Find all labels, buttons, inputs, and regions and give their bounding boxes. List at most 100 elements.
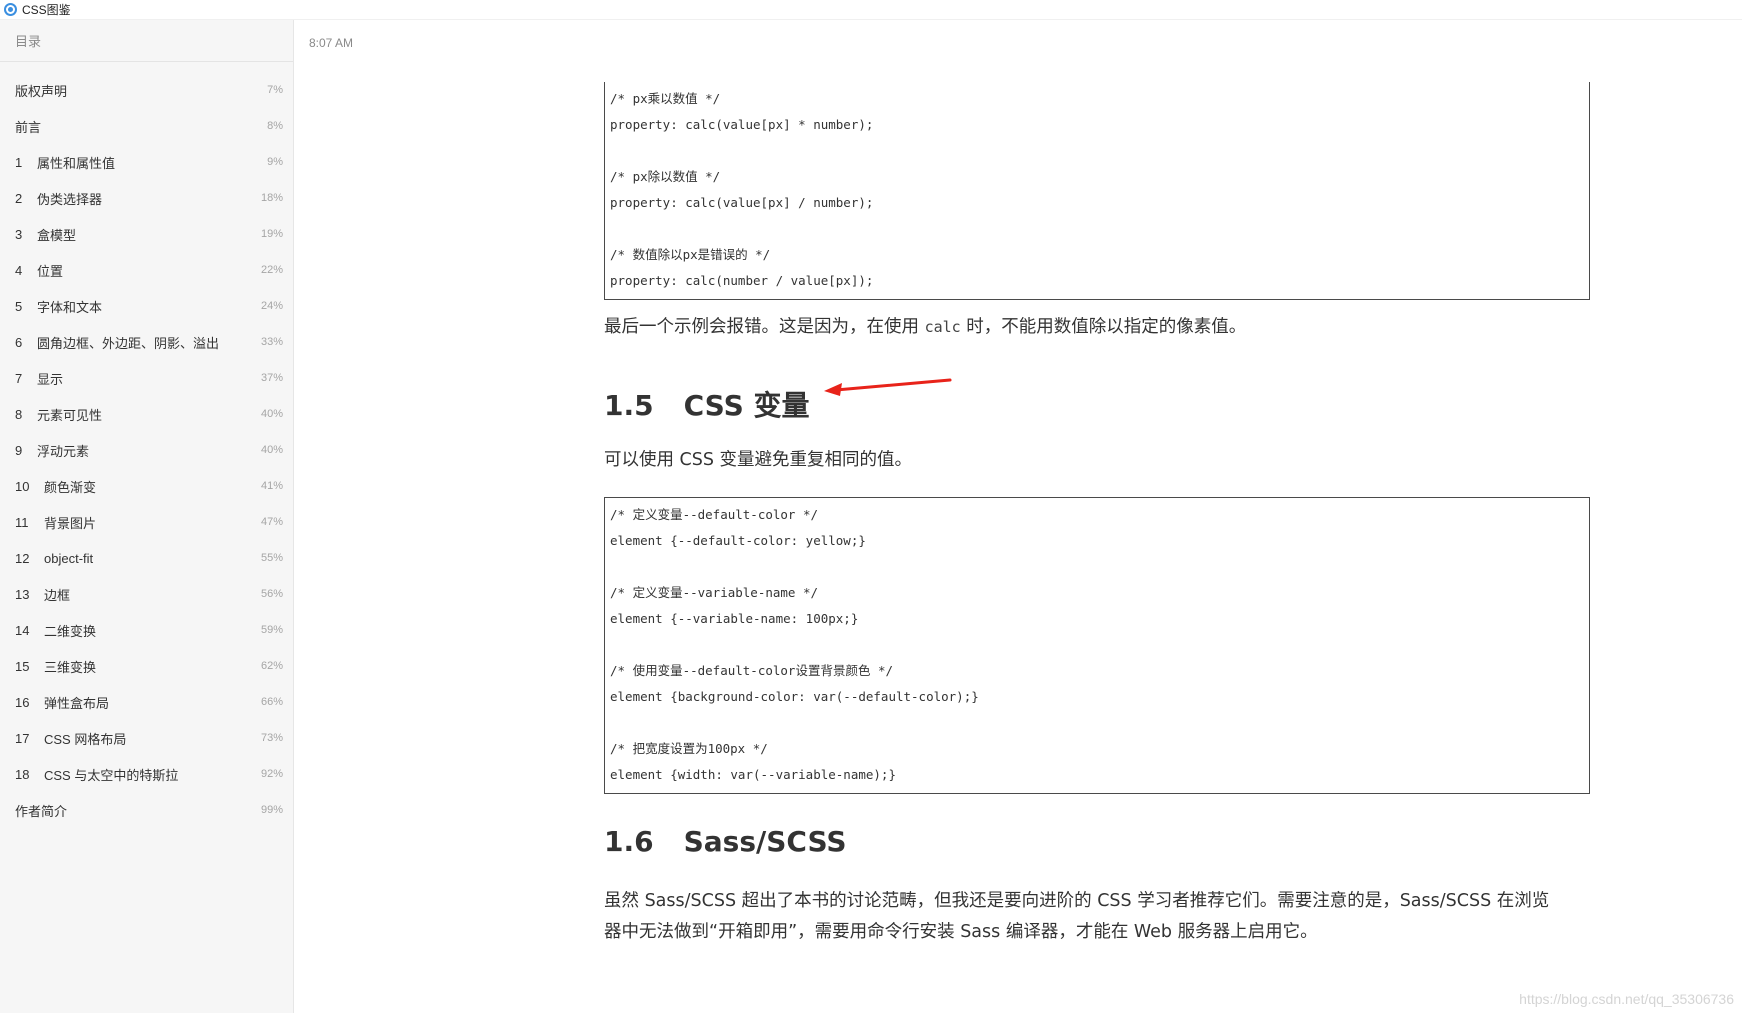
toc-item-progress: 8% (267, 120, 283, 132)
toc-item-label: object-fit (44, 550, 94, 566)
toc-item-number: 4 (15, 262, 23, 278)
toc-item[interactable]: 6 圆角边框、外边距、阴影、溢出 33% (0, 324, 293, 360)
toc-item[interactable]: 版权声明 7% (0, 72, 293, 108)
toc-item[interactable]: 5 字体和文本 24% (0, 288, 293, 324)
code-line: /* 使用变量--default-color设置背景颜色 */ (610, 663, 894, 678)
code-line: /* 定义变量--default-color */ (610, 507, 819, 522)
toc-item-number: 5 (15, 298, 23, 314)
toc-item[interactable]: 9 浮动元素 40% (0, 432, 293, 468)
toc-item[interactable]: 8 元素可见性 40% (0, 396, 293, 432)
toc-item-label: 属性和属性值 (37, 155, 116, 171)
paragraph-calc-note: 最后一个示例会报错。这是因为，在使用 calc 时，不能用数值除以指定的像素值。 (604, 312, 1246, 343)
toc-item[interactable]: 14 二维变换 59% (0, 612, 293, 648)
toc-item-label: 圆角边框、外边距、阴影、溢出 (37, 335, 220, 351)
toc-item-number: 15 (15, 658, 30, 674)
section-heading-css-variables: 1.5 CSS 变量 (604, 384, 810, 424)
toc-item-number: 16 (15, 694, 30, 710)
para1-text-before: 最后一个示例会报错。这是因为，在使用 (604, 317, 925, 337)
toc-item-number: 7 (15, 370, 23, 386)
code-line: element {--variable-name: 100px;} (610, 611, 859, 626)
toc-item-label: 前言 (15, 119, 42, 135)
toc-item-label: 弹性盒布局 (44, 695, 110, 711)
toc-item[interactable]: 12 object-fit 55% (0, 540, 293, 576)
toc-item-number: 6 (15, 334, 23, 350)
toc-item-label: 三维变换 (44, 659, 97, 675)
toc-item[interactable]: 3 盒模型 19% (0, 216, 293, 252)
code-line: element {--default-color: yellow;} (610, 533, 866, 548)
toc-item-number: 17 (15, 730, 30, 746)
code-line: property: calc(value[px] / number); (610, 195, 874, 210)
toc-item-number: 9 (15, 442, 23, 458)
title-bar: CSS图鉴 (0, 0, 1742, 20)
toc-item-label: 显示 (37, 371, 64, 387)
timestamp: 8:07 AM (309, 36, 354, 50)
toc-item[interactable]: 4 位置 22% (0, 252, 293, 288)
toc-item-progress: 73% (260, 732, 283, 744)
toc-item-label: CSS 网格布局 (44, 731, 127, 747)
toc-item[interactable]: 2 伪类选择器 18% (0, 180, 293, 216)
toc-item-number: 8 (15, 406, 23, 422)
toc-item-progress: 47% (260, 516, 283, 528)
para1-text-after: 时，不能用数值除以指定的像素值。 (960, 317, 1247, 337)
toc-item-progress: 55% (260, 552, 283, 564)
toc-item-label: 颜色渐变 (44, 479, 97, 495)
code-line: /* px乘以数值 */ (610, 91, 721, 106)
toc-item-progress: 40% (260, 444, 283, 456)
toc-item-progress: 56% (260, 588, 283, 600)
toc-item-number: 2 (15, 190, 23, 206)
toc-item[interactable]: 11 背景图片 47% (0, 504, 293, 540)
code-line: property: calc(number / value[px]); (610, 273, 874, 288)
code-line: element {background-color: var(--default… (610, 689, 979, 704)
toc-item[interactable]: 15 三维变换 62% (0, 648, 293, 684)
toc-item-label: 背景图片 (44, 515, 97, 531)
toc-item[interactable]: 10 颜色渐变 41% (0, 468, 293, 504)
toc-item-label: 浮动元素 (37, 443, 90, 459)
toc-item[interactable]: 1 属性和属性值 9% (0, 144, 293, 180)
toc-item[interactable]: 前言 8% (0, 108, 293, 144)
section-number: 1.5 (604, 389, 654, 422)
toc-item-label: CSS 与太空中的特斯拉 (44, 767, 179, 783)
toc-item-number: 10 (15, 478, 30, 494)
paragraph-css-variables: 可以使用 CSS 变量避免重复相同的值。 (604, 450, 913, 470)
toc-item-progress: 99% (260, 804, 283, 816)
toc-item[interactable]: 18 CSS 与太空中的特斯拉 92% (0, 756, 293, 792)
toc-item-progress: 9% (267, 156, 283, 168)
toc-item-label: 伪类选择器 (37, 191, 103, 207)
toc-item-label: 字体和文本 (37, 299, 103, 315)
toc-item-number: 3 (15, 226, 23, 242)
toc-item[interactable]: 16 弹性盒布局 66% (0, 684, 293, 720)
toc-item-progress: 7% (267, 84, 283, 96)
toc-item-progress: 40% (260, 408, 283, 420)
toc-item-number: 14 (15, 622, 30, 638)
toc-list: 版权声明 7% 前言 8% 1 属性和属性值 9% 2 伪类选择器 18% 3 盒模型 19% 4 位置 22… (0, 62, 293, 828)
toc-item-label: 元素可见性 (37, 407, 103, 423)
toc-item-progress: 66% (260, 696, 283, 708)
code-block-css-variables: /* 定义变量--default-color */ element {--defa… (604, 497, 1590, 794)
toc-item-progress: 18% (260, 192, 283, 204)
toc-item-progress: 92% (260, 768, 283, 780)
para3-line1: 虽然 Sass/SCSS 超出了本书的讨论范畴，但我还是要向进阶的 CSS 学习… (604, 891, 1550, 911)
section-number: 1.6 (604, 825, 654, 858)
toc-item-label: 盒模型 (37, 227, 77, 243)
toc-header: 目录 (0, 20, 293, 62)
app-icon (4, 3, 17, 16)
code-line: /* px除以数值 */ (610, 169, 721, 184)
toc-item-number: 11 (15, 514, 29, 530)
toc-sidebar: 目录 版权声明 7% 前言 8% 1 属性和属性值 9% 2 伪类选择器 18% 3 盒模型 19% 4 位… (0, 20, 294, 1013)
toc-item[interactable]: 17 CSS 网格布局 73% (0, 720, 293, 756)
app-title: CSS图鉴 (22, 3, 71, 17)
toc-item-progress: 22% (260, 264, 283, 276)
toc-item[interactable]: 13 边框 56% (0, 576, 293, 612)
code-line: /* 定义变量--variable-name */ (610, 585, 819, 600)
section-heading-sass: 1.6 Sass/SCSS (604, 825, 847, 858)
toc-item[interactable]: 作者简介 99% (0, 792, 293, 828)
toc-item[interactable]: 7 显示 37% (0, 360, 293, 396)
toc-item-label: 二维变换 (44, 623, 97, 639)
section-title: Sass/SCSS (683, 825, 847, 858)
code-line: element {width: var(--variable-name);} (610, 767, 896, 782)
para3-line2: 器中无法做到“开箱即用”，需要用命令行安装 Sass 编译器，才能在 Web 服… (604, 922, 1318, 942)
